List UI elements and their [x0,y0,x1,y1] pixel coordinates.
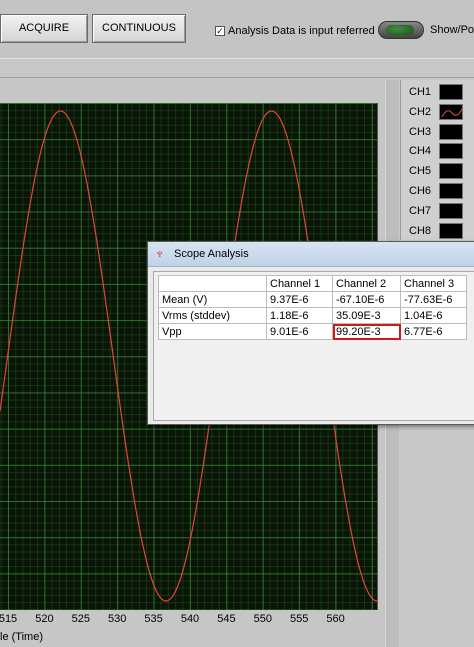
table-cell: 1.18E-6 [266,307,333,324]
legend-label: CH7 [409,204,432,217]
acquire-button[interactable]: ACQUIRE [0,14,88,43]
column-header: Channel 2 [332,275,401,292]
table-cell: 1.04E-6 [400,307,467,324]
ti-logo-icon: ♆ [155,246,165,261]
toolbar: ACQUIRE CONTINUOUS ✓ Analysis Data is in… [0,0,474,58]
checkbox-check-icon[interactable]: ✓ [215,26,225,36]
legend-label: CH8 [409,224,432,237]
table-row: Mean (V) 9.37E-6 -67.10E-6 -77.63E-6 [158,291,467,308]
x-tick-label: 560 [326,613,345,625]
table-row: Vpp 9.01E-6 99.20E-3 6.77E-6 [158,323,467,340]
blank-swatch-icon [439,183,463,199]
table-cell: 9.01E-6 [266,323,333,340]
x-tick-label: 540 [180,613,200,625]
legend-label: CH5 [409,165,432,178]
x-tick-label: 535 [144,613,163,625]
analysis-table: Channel 1 Channel 2 Channel 3 Mean (V) 9… [158,275,467,340]
table-cell: 9.37E-6 [266,291,333,308]
x-tick-label: 545 [217,613,236,625]
x-tick-label: 550 [253,613,272,625]
x-tick-label: 515 [0,613,18,625]
show-toggle-label: Show/Po [430,24,474,36]
table-cell: -67.10E-6 [332,291,401,308]
legend-item-ch2[interactable]: CH2 [409,103,463,121]
show-toggle-switch[interactable] [378,21,424,39]
channel-legend: CH1 CH2 CH3 CH4 CH5 CH6 CH7 CH8 [400,80,474,240]
blank-swatch-icon [439,222,463,239]
table-cell: 35.09E-3 [332,307,401,324]
continuous-button[interactable]: CONTINUOUS [92,14,186,43]
table-header-row: Channel 1 Channel 2 Channel 3 [158,275,467,292]
legend-item-ch7[interactable]: CH7 [409,202,463,220]
x-axis-ticks: 515 520 525 530 535 540 545 550 555 560 [0,613,390,629]
blank-swatch-icon [439,202,463,219]
blank-swatch-icon [439,163,463,180]
x-tick-label: 520 [35,613,54,625]
blank-swatch-icon [439,84,463,100]
dialog-title: Scope Analysis [174,248,249,260]
checkbox-label: Analysis Data is input referred [228,25,375,37]
row-label: Mean (V) [158,291,267,308]
legend-item-ch5[interactable]: CH5 [409,162,463,180]
toolbar-separator [0,58,474,78]
legend-label: CH2 [409,105,432,118]
table-cell: 6.77E-6 [400,323,467,340]
x-axis-label: le (Time) [0,631,43,643]
legend-label: CH1 [409,86,432,98]
blank-swatch-icon [439,123,463,140]
sine-wave-swatch-icon [439,103,463,120]
column-header: Channel 3 [400,275,467,292]
legend-label: CH4 [409,145,432,158]
legend-item-ch1[interactable]: CH1 [409,83,463,101]
legend-item-ch3[interactable]: CH3 [409,123,463,141]
legend-item-ch8[interactable]: CH8 [409,222,463,240]
legend-item-ch6[interactable]: CH6 [409,182,463,200]
blank-swatch-icon [439,143,463,160]
table-row: Vrms (stddev) 1.18E-6 35.09E-3 1.04E-6 [158,307,467,324]
row-label: Vrms (stddev) [158,307,267,324]
scope-analysis-dialog: ♆ Scope Analysis Channel 1 Channel 2 Cha… [147,241,474,425]
legend-label: CH6 [409,185,432,197]
legend-item-ch4[interactable]: CH4 [409,142,463,160]
legend-label: CH3 [409,125,432,138]
x-tick-label: 530 [108,613,127,625]
row-label: Vpp [158,323,267,340]
column-header [158,275,267,292]
x-tick-label: 525 [71,613,90,625]
input-referred-checkbox[interactable]: ✓ Analysis Data is input referred [215,24,375,38]
dialog-title-bar[interactable]: ♆ Scope Analysis [148,242,474,267]
table-cell: -77.63E-6 [400,291,467,308]
highlighted-vpp-cell: 99.20E-3 [332,323,401,340]
column-header: Channel 1 [266,275,333,292]
x-tick-label: 555 [290,613,309,625]
